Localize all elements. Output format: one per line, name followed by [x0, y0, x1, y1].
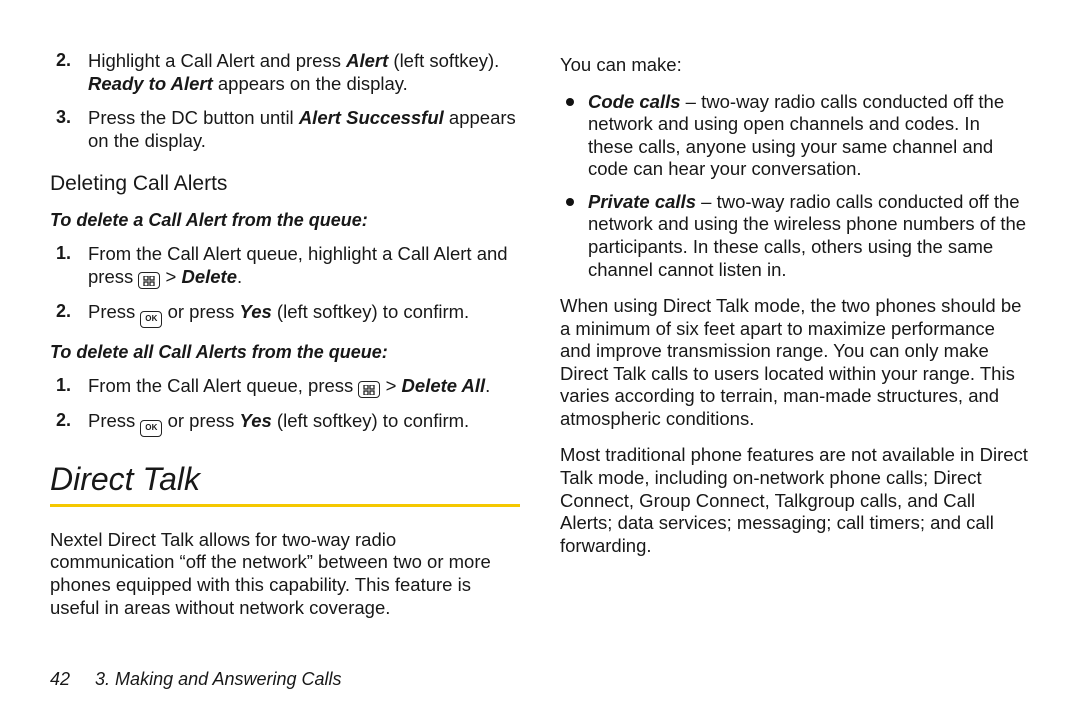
text-run: (left softkey) to confirm. [272, 301, 469, 322]
list-item: 1.From the Call Alert queue, highlight a… [86, 243, 520, 289]
text-run: Press [88, 410, 140, 431]
heading-underline [50, 504, 520, 507]
text-run: Ready to Alert [88, 73, 213, 94]
you-can-make-lead: You can make: [560, 54, 1030, 77]
section-heading-direct-talk: Direct Talk [50, 461, 520, 498]
text-run: Yes [240, 301, 272, 322]
text-run: (left softkey). [388, 50, 499, 71]
subheading-deleting-call-alerts: Deleting Call Alerts [50, 172, 520, 196]
text-run: Delete All [402, 375, 486, 396]
text-run: appears on the display. [213, 73, 408, 94]
text-run: Yes [240, 410, 272, 431]
text-run: > [380, 375, 401, 396]
step-number: 2. [56, 50, 71, 72]
left-column: 2. Highlight a Call Alert and press Alert… [50, 50, 520, 633]
direct-talk-intro-paragraph: Nextel Direct Talk allows for two-way ra… [50, 529, 520, 619]
list-item: 2.Press OK or press Yes (left softkey) t… [86, 410, 520, 437]
text-run: Delete [181, 266, 237, 287]
text-run: or press [162, 410, 239, 431]
text-run: or press [162, 301, 239, 322]
list-item: 2.Highlight a Call Alert and press Alert… [86, 50, 520, 95]
step-number: 1. [56, 375, 71, 397]
text-run: Code calls [588, 91, 681, 112]
text-run: Press [88, 301, 140, 322]
text-run: . [237, 266, 242, 287]
text-run: . [485, 375, 490, 396]
call-type-bullets: Code calls – two-way radio calls conduct… [560, 91, 1030, 282]
text-run: From the Call Alert queue, press [88, 375, 358, 396]
step-number: 1. [56, 243, 71, 265]
list-item: 2.Press OK or press Yes (left softkey) t… [86, 301, 520, 328]
menu-key-icon [138, 272, 160, 289]
instruction-delete-all: To delete all Call Alerts from the queue… [50, 342, 520, 363]
limitations-paragraph: Most traditional phone features are not … [560, 444, 1030, 557]
ok-key-icon: OK [140, 420, 162, 437]
distance-paragraph: When using Direct Talk mode, the two pho… [560, 295, 1030, 430]
bullet-item: Code calls – two-way radio calls conduct… [584, 91, 1030, 181]
ok-key-icon: OK [140, 311, 162, 328]
step-number: 2. [56, 301, 71, 323]
bullet-item: Private calls – two-way radio calls cond… [584, 191, 1030, 281]
steps-delete-all: 1. From the Call Alert queue, press > Del… [50, 375, 520, 437]
text-run: > [160, 266, 181, 287]
list-item: 1.From the Call Alert queue, press > Del… [86, 375, 520, 399]
page-number: 42 [50, 669, 70, 689]
text-run: Private calls [588, 191, 696, 212]
right-column: You can make: Code calls – two-way radio… [560, 50, 1030, 633]
text-run: Press the DC button until [88, 107, 299, 128]
chapter-title: 3. Making and Answering Calls [95, 669, 341, 689]
menu-key-icon [358, 381, 380, 398]
continuation-steps: 2. Highlight a Call Alert and press Alert… [50, 50, 520, 152]
text-run: Alert Successful [299, 107, 444, 128]
text-run: (left softkey) to confirm. [272, 410, 469, 431]
text-run: Highlight a Call Alert and press [88, 50, 346, 71]
two-column-layout: 2. Highlight a Call Alert and press Alert… [50, 50, 1030, 633]
page-footer: 42 3. Making and Answering Calls [50, 669, 342, 690]
text-run: Alert [346, 50, 388, 71]
step-number: 3. [56, 107, 71, 129]
steps-delete-one: 1.From the Call Alert queue, highlight a… [50, 243, 520, 328]
manual-page: 2. Highlight a Call Alert and press Alert… [0, 0, 1080, 720]
instruction-delete-one: To delete a Call Alert from the queue: [50, 210, 520, 231]
list-item: 3.Press the DC button until Alert Succes… [86, 107, 520, 152]
step-number: 2. [56, 410, 71, 432]
